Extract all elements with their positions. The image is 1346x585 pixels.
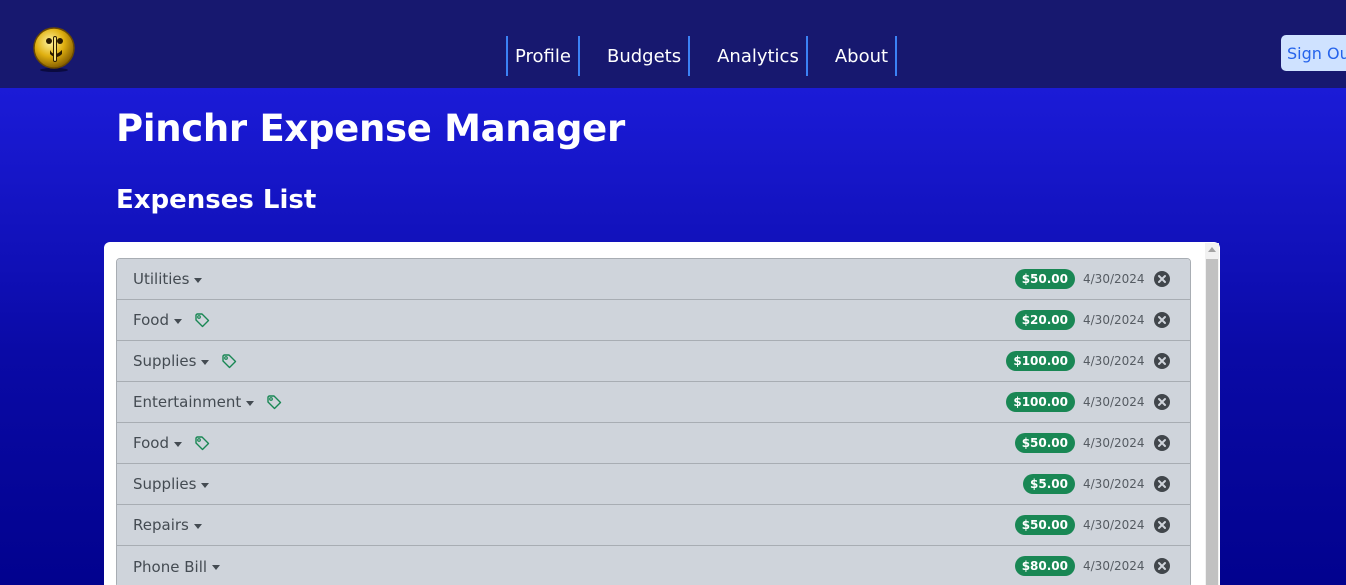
caret-down-icon [201,359,210,365]
amount-badge: $100.00 [1006,351,1075,371]
expense-category-label: Supplies [133,475,197,493]
caret-down-icon [246,400,255,406]
amount-badge: $80.00 [1014,556,1075,576]
expense-row[interactable]: Entertainment $100.00 4/30/2024 [117,382,1190,423]
expense-row[interactable]: Supplies $5.00 4/30/2024 [117,464,1190,505]
delete-expense-icon[interactable] [1153,311,1171,329]
caret-down-icon [193,523,202,529]
nav-analytics[interactable]: Analytics [710,36,808,76]
scroll-up-icon[interactable] [1208,247,1216,252]
expense-category-label: Food [133,434,169,452]
expense-date: 4/30/2024 [1083,354,1145,368]
delete-expense-icon[interactable] [1153,475,1171,493]
delete-expense-icon[interactable] [1153,434,1171,452]
expense-meta: $5.00 4/30/2024 [1023,464,1190,504]
panel-scrollbar[interactable] [1205,243,1219,585]
expense-category-toggle[interactable]: Supplies [133,352,210,370]
nav-budgets[interactable]: Budgets [600,36,691,76]
expenses-list: Utilities $50.00 4/30/2024 Food $20.00 4/30/2… [116,258,1191,585]
expense-row[interactable]: Food $50.00 4/30/2024 [117,423,1190,464]
expense-date: 4/30/2024 [1083,477,1145,491]
expense-meta: $50.00 4/30/2024 [1014,505,1190,545]
expense-meta: $20.00 4/30/2024 [1014,300,1190,340]
tag-icon[interactable] [194,312,210,328]
nav-about[interactable]: About [828,36,898,76]
expense-category-toggle[interactable]: Repairs [133,516,202,534]
expense-date: 4/30/2024 [1083,395,1145,409]
nav-profile[interactable]: Profile [506,36,580,76]
expense-date: 4/30/2024 [1083,436,1145,450]
sign-out-button[interactable]: Sign Out [1281,35,1346,71]
expense-row[interactable]: Supplies $100.00 4/30/2024 [117,341,1190,382]
expense-category-label: Repairs [133,516,189,534]
amount-badge: $5.00 [1023,474,1075,494]
navbar: Profile Budgets Analytics About Sign Out [0,0,1346,88]
expense-meta: $80.00 4/30/2024 [1014,546,1190,585]
expense-date: 4/30/2024 [1083,518,1145,532]
amount-badge: $50.00 [1014,515,1075,535]
expense-row[interactable]: Food $20.00 4/30/2024 [117,300,1190,341]
delete-expense-icon[interactable] [1153,557,1171,575]
amount-badge: $50.00 [1014,433,1075,453]
expense-category-toggle[interactable]: Phone Bill [133,557,221,576]
expense-category-toggle[interactable]: Supplies [133,475,210,493]
amount-badge: $50.00 [1014,269,1075,289]
scroll-thumb[interactable] [1206,259,1218,585]
delete-expense-icon[interactable] [1153,516,1171,534]
caret-down-icon [194,277,203,283]
section-title: Expenses List [116,185,317,215]
expense-category-toggle[interactable]: Utilities [133,270,203,288]
expense-row[interactable]: Phone Bill $80.00 4/30/2024 [117,546,1190,585]
page-title: Pinchr Expense Manager [116,107,625,150]
amount-badge: $100.00 [1006,392,1075,412]
caret-down-icon [173,318,182,324]
expense-row[interactable]: Repairs $50.00 4/30/2024 [117,505,1190,546]
delete-expense-icon[interactable] [1153,270,1171,288]
tag-icon[interactable] [266,394,282,410]
tag-icon[interactable] [194,435,210,451]
expense-meta: $50.00 4/30/2024 [1014,423,1190,463]
expense-category-toggle[interactable]: Food [133,434,182,452]
expense-date: 4/30/2024 [1083,559,1145,573]
expense-category-toggle[interactable]: Entertainment [133,393,255,411]
delete-expense-icon[interactable] [1153,393,1171,411]
expense-meta: $50.00 4/30/2024 [1014,259,1190,299]
logo-icon[interactable] [32,26,76,72]
expense-category-label: Supplies [133,352,197,370]
expense-date: 4/30/2024 [1083,272,1145,286]
main-nav: Profile Budgets Analytics About [506,36,898,76]
expense-date: 4/30/2024 [1083,313,1145,327]
delete-expense-icon[interactable] [1153,352,1171,370]
expense-category-label: Food [133,311,169,329]
expense-category-label: Phone Bill [133,557,208,576]
expense-category-label: Entertainment [133,393,242,411]
caret-down-icon [212,565,221,570]
expense-meta: $100.00 4/30/2024 [1006,341,1190,381]
caret-down-icon [173,441,182,447]
tag-icon[interactable] [221,353,237,369]
expense-category-toggle[interactable]: Food [133,311,182,329]
expense-row[interactable]: Utilities $50.00 4/30/2024 [117,259,1190,300]
expense-category-label: Utilities [133,270,190,288]
expense-meta: $100.00 4/30/2024 [1006,382,1190,422]
amount-badge: $20.00 [1014,310,1075,330]
caret-down-icon [201,482,210,488]
